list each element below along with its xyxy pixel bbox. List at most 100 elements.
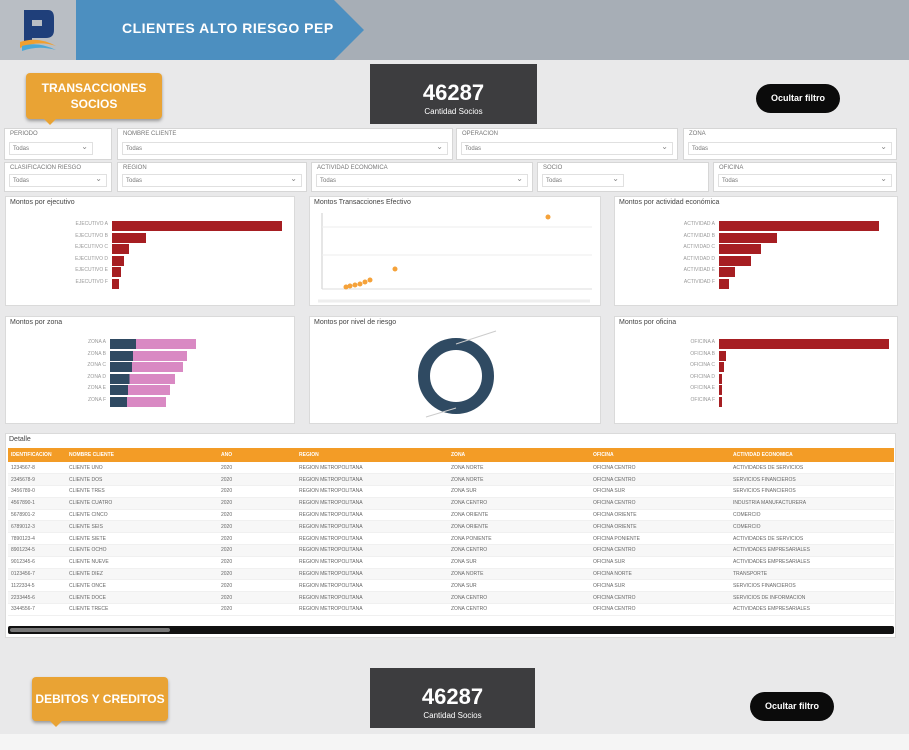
bar[interactable] [110, 396, 166, 407]
bar-label: ZONA A [87, 339, 106, 345]
table-cell: 7890123-4 [8, 532, 66, 546]
table-cell: 3456789-0 [8, 485, 66, 498]
bar[interactable] [110, 385, 171, 395]
bar[interactable] [112, 244, 129, 254]
bar[interactable] [112, 221, 282, 231]
column-header[interactable]: ACTIVIDAD ECONOMICA [730, 448, 894, 462]
column-header[interactable]: ANO [218, 448, 296, 462]
table-cell: OFICINA SUR [590, 556, 730, 569]
bar[interactable] [110, 339, 196, 349]
scatter-point [357, 281, 363, 287]
table-row[interactable]: 3344556-7 CLIENTE TRECE 2020 REGION METROPO… [8, 603, 894, 616]
chart-montos-actividad: Montos por actividad económica ACTIVIDAD… [614, 196, 898, 306]
table-row[interactable]: 2345678-9 CLIENTE DOS 2020 REGION METROPOLI… [8, 473, 894, 487]
filter-socio[interactable]: SOCIO Todas [537, 162, 709, 192]
table-row[interactable]: 2233445-6 CLIENTE DOCE 2020 REGION METROPOL… [8, 591, 894, 605]
filter-nombre-cliente[interactable]: NOMBRE CLIENTE Todas [117, 128, 453, 160]
filter-zona[interactable]: ZONA Todas [683, 128, 897, 160]
table-cell: ZONA ORIENTE [448, 509, 590, 522]
table-cell: ZONA SUR [448, 579, 590, 593]
filter-oficina[interactable]: OFICINA Todas [713, 162, 897, 192]
filter-periodo[interactable]: PERIODO Todas [4, 128, 112, 160]
bar[interactable] [112, 278, 119, 289]
bar[interactable] [719, 362, 725, 372]
filter-operacion[interactable]: OPERACION Todas [456, 128, 678, 160]
hide-filter-button[interactable]: Ocultar filtro [756, 84, 840, 113]
chart-transacciones-efectivo: Montos Transacciones Efectivo [309, 196, 601, 306]
bar[interactable] [719, 396, 722, 407]
table-cell: OFICINA ORIENTE [590, 509, 730, 522]
bar-label: ZONA B [87, 350, 106, 357]
bar[interactable] [719, 255, 751, 266]
table-cell: CLIENTE DIEZ [66, 568, 218, 581]
bar[interactable] [110, 362, 184, 372]
filter-clasificacion-select[interactable]: Todas [9, 173, 107, 187]
table-row[interactable]: 6789012-3 CLIENTE SEIS 2020 REGION METROPOL… [8, 520, 894, 534]
table-scrollbar[interactable] [8, 626, 894, 634]
table-cell: OFICINA ORIENTE [590, 520, 730, 534]
donut-chart [418, 330, 497, 418]
hide-filter-button-2[interactable]: Ocultar filtro [750, 692, 834, 721]
column-header[interactable]: NOMBRE CLIENTE [66, 448, 218, 462]
filter-region[interactable]: REGION Todas [117, 162, 307, 192]
table-cell: ZONA PONIENTE [448, 532, 590, 546]
filter-actividad[interactable]: ACTIVIDAD ECONOMICA Todas [311, 162, 533, 192]
table-row[interactable]: 5678901-2 CLIENTE CINCO 2020 REGION METROPO… [8, 509, 894, 522]
bar-label: OFICINA D [689, 373, 715, 380]
table-row[interactable]: 1234567-8 CLIENTE UNO 2020 REGION METROPOLI… [8, 462, 894, 475]
bar[interactable] [719, 339, 889, 349]
table-cell: CLIENTE DOS [66, 473, 218, 487]
column-header[interactable]: OFICINA [590, 448, 730, 462]
table-row[interactable]: 9012345-6 CLIENTE NUEVE 2020 REGION METROPO… [8, 556, 894, 569]
section-tag-transacciones[interactable]: TRANSACCIONES SOCIOS [26, 73, 162, 125]
filter-periodo-select[interactable]: Todas [9, 141, 93, 155]
filter-clasificacion[interactable]: CLASIFICACION RIESGO Todas [4, 162, 112, 192]
table-cell: 2020 [218, 509, 296, 522]
bar[interactable] [110, 373, 175, 384]
table-cell: CLIENTE TRES [66, 485, 218, 498]
table-cell: 5678901-2 [8, 509, 66, 522]
column-header[interactable]: REGION [296, 448, 448, 462]
filter-socio-select[interactable]: Todas [542, 173, 624, 187]
table-row[interactable]: 3456789-0 CLIENTE TRES 2020 REGION METROPOL… [8, 485, 894, 498]
table-cell: REGION METROPOLITANA [296, 473, 448, 487]
filter-oficina-select[interactable]: Todas [718, 173, 892, 187]
kpi-label: Cantidad Socios [424, 107, 483, 116]
bar[interactable] [719, 385, 723, 395]
bar[interactable] [719, 373, 723, 384]
scrollbar-thumb[interactable] [10, 628, 170, 632]
table-cell: 2020 [218, 485, 296, 498]
bar[interactable] [110, 350, 188, 361]
bar[interactable] [112, 267, 121, 277]
table-cell: ZONA NORTE [448, 473, 590, 487]
bar-label: EJECUTIVO A [75, 221, 108, 227]
table-row[interactable]: 7890123-4 CLIENTE SIETE 2020 REGION METROPO… [8, 532, 894, 546]
bar[interactable] [719, 267, 735, 277]
filter-actividad-select[interactable]: Todas [316, 173, 528, 187]
bar-label: ACTIVIDAD B [683, 232, 715, 239]
filter-nombre-cliente-select[interactable]: Todas [122, 141, 448, 155]
bar[interactable] [719, 278, 729, 289]
table-cell: ACTIVIDADES DE SERVICIOS [730, 532, 894, 546]
bar[interactable] [719, 244, 761, 254]
chart-title: Montos por ejecutivo [10, 199, 75, 206]
bar[interactable] [719, 232, 777, 243]
table-cell: REGION METROPOLITANA [296, 591, 448, 605]
filter-region-select[interactable]: Todas [122, 173, 302, 187]
bar[interactable] [112, 255, 124, 266]
bar[interactable] [719, 350, 726, 361]
column-header[interactable]: ZONA [448, 448, 590, 462]
table-row[interactable]: 8901234-5 CLIENTE OCHO 2020 REGION METROPOL… [8, 544, 894, 557]
table-row[interactable]: 4567890-1 CLIENTE CUATRO 2020 REGION METROP… [8, 497, 894, 510]
bar[interactable] [112, 232, 146, 243]
table-row[interactable]: 0123456-7 CLIENTE DIEZ 2020 REGION METROPOL… [8, 568, 894, 581]
filter-zona-select[interactable]: Todas [688, 141, 892, 155]
section-tag-debitos[interactable]: DEBITOS Y CREDITOS [32, 677, 168, 727]
bar[interactable] [719, 221, 879, 231]
column-header[interactable]: IDENTIFICACION [8, 448, 66, 462]
filter-operacion-select[interactable]: Todas [461, 141, 673, 155]
table-cell: REGION METROPOLITANA [296, 568, 448, 581]
table-row[interactable]: 1122334-5 CLIENTE ONCE 2020 REGION METROPOL… [8, 579, 894, 593]
table-cell: REGION METROPOLITANA [296, 520, 448, 534]
bar-label: OFICINA E [690, 385, 715, 391]
